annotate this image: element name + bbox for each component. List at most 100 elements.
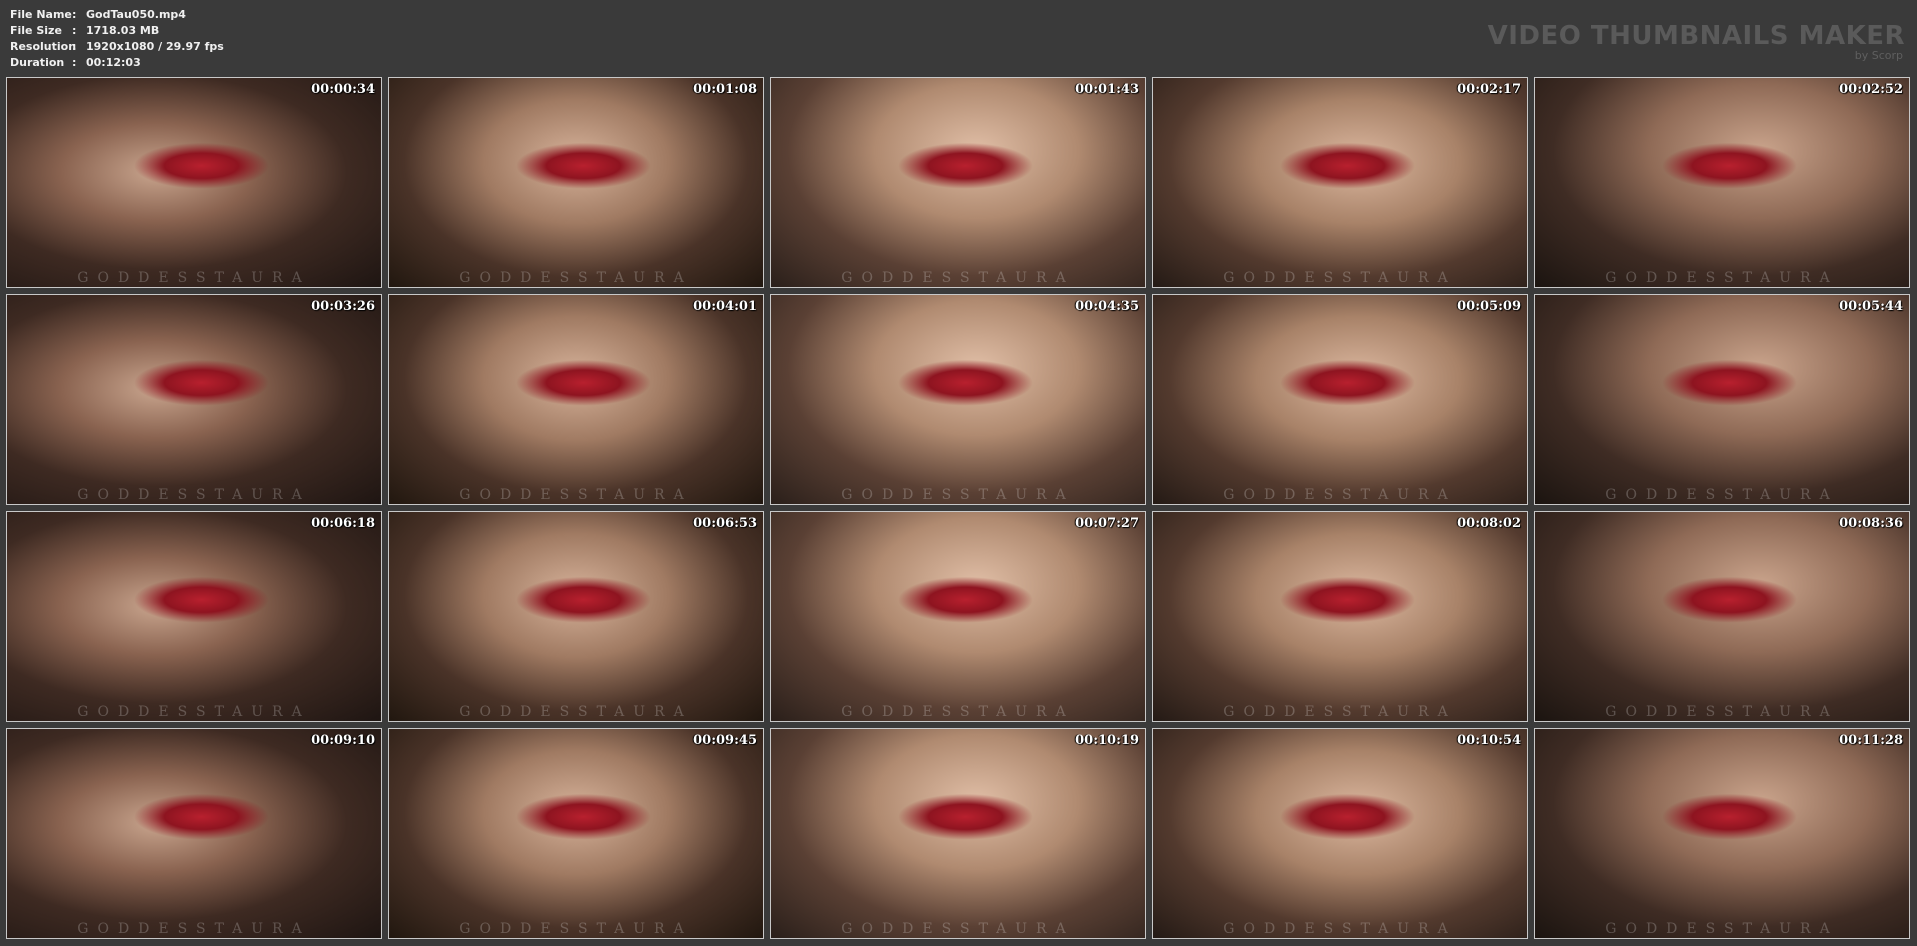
- thumbnail-timestamp: 00:03:26: [311, 299, 375, 314]
- resolution-row: Resolution : 1920x1080 / 29.97 fps: [10, 39, 224, 55]
- resolution-label: Resolution: [10, 40, 77, 53]
- file-name-label: File Name: [10, 8, 72, 21]
- thumbnail-frame-image: [7, 512, 381, 721]
- thumbnail-timestamp: 00:08:02: [1457, 516, 1521, 531]
- video-thumbnail[interactable]: 00:09:10 GODDESSTAURA: [6, 728, 382, 939]
- video-thumbnail[interactable]: 00:04:35 GODDESSTAURA: [770, 294, 1146, 505]
- video-thumbnail[interactable]: 00:11:28 GODDESSTAURA: [1534, 728, 1910, 939]
- thumbnail-frame-image: [7, 729, 381, 938]
- thumbnail-watermark: GODDESSTAURA: [1605, 487, 1839, 503]
- video-thumbnail[interactable]: 00:08:36 GODDESSTAURA: [1534, 511, 1910, 722]
- thumbnail-frame-image: [7, 78, 381, 287]
- thumbnail-frame-image: [1153, 729, 1527, 938]
- video-thumbnail[interactable]: 00:02:52 GODDESSTAURA: [1534, 77, 1910, 288]
- thumbnail-frame-image: [1535, 729, 1909, 938]
- thumbnail-timestamp: 00:06:18: [311, 516, 375, 531]
- file-name-value: GodTau050.mp4: [86, 8, 186, 21]
- thumbnail-watermark: GODDESSTAURA: [1223, 704, 1457, 720]
- thumbnail-frame-image: [771, 295, 1145, 504]
- thumbnail-watermark: GODDESSTAURA: [841, 921, 1075, 937]
- thumbnail-timestamp: 00:01:43: [1075, 82, 1139, 97]
- thumbnail-watermark: GODDESSTAURA: [1605, 921, 1839, 937]
- thumbnail-watermark: GODDESSTAURA: [459, 921, 693, 937]
- video-thumbnail[interactable]: 00:07:27 GODDESSTAURA: [770, 511, 1146, 722]
- brand-title: VIDEO THUMBNAILS MAKER: [1487, 21, 1905, 51]
- thumbnail-watermark: GODDESSTAURA: [459, 704, 693, 720]
- thumbnail-frame-image: [771, 729, 1145, 938]
- thumbnail-watermark: GODDESSTAURA: [841, 487, 1075, 503]
- resolution-sep: :: [72, 40, 77, 53]
- video-thumbnail[interactable]: 00:01:08 GODDESSTAURA: [388, 77, 764, 288]
- thumbnail-frame-image: [7, 295, 381, 504]
- thumbnail-timestamp: 00:09:10: [311, 733, 375, 748]
- file-size-row: File Size : 1718.03 MB: [10, 23, 224, 39]
- thumbnail-timestamp: 00:10:19: [1075, 733, 1139, 748]
- video-thumbnail[interactable]: 00:03:26 GODDESSTAURA: [6, 294, 382, 505]
- video-thumbnail[interactable]: 00:10:19 GODDESSTAURA: [770, 728, 1146, 939]
- thumbnail-frame-image: [389, 78, 763, 287]
- thumbnail-frame-image: [389, 295, 763, 504]
- thumbnail-frame-image: [771, 512, 1145, 721]
- thumbnail-watermark: GODDESSTAURA: [841, 270, 1075, 286]
- thumbnail-frame-image: [389, 512, 763, 721]
- thumbnail-grid: 00:00:34 GODDESSTAURA 00:01:08 GODDESSTAURA…: [6, 77, 1910, 939]
- thumbnail-timestamp: 00:06:53: [693, 516, 757, 531]
- thumbnail-timestamp: 00:10:54: [1457, 733, 1521, 748]
- video-thumbnail[interactable]: 00:10:54 GODDESSTAURA: [1152, 728, 1528, 939]
- video-thumbnail[interactable]: 00:06:18 GODDESSTAURA: [6, 511, 382, 722]
- thumbnail-timestamp: 00:09:45: [693, 733, 757, 748]
- duration-value: 00:12:03: [86, 56, 141, 69]
- video-thumbnail[interactable]: 00:05:09 GODDESSTAURA: [1152, 294, 1528, 505]
- thumbnail-timestamp: 00:02:17: [1457, 82, 1521, 97]
- file-size-value: 1718.03 MB: [86, 24, 160, 37]
- thumbnail-watermark: GODDESSTAURA: [1223, 270, 1457, 286]
- video-thumbnail[interactable]: 00:04:01 GODDESSTAURA: [388, 294, 764, 505]
- video-thumbnail[interactable]: 00:01:43 GODDESSTAURA: [770, 77, 1146, 288]
- thumbnail-watermark: GODDESSTAURA: [459, 487, 693, 503]
- thumbnail-watermark: GODDESSTAURA: [1223, 921, 1457, 937]
- video-thumbnail[interactable]: 00:00:34 GODDESSTAURA: [6, 77, 382, 288]
- thumbnail-watermark: GODDESSTAURA: [77, 487, 311, 503]
- thumbnail-watermark: GODDESSTAURA: [77, 921, 311, 937]
- duration-label: Duration: [10, 56, 65, 69]
- thumbnail-timestamp: 00:04:35: [1075, 299, 1139, 314]
- sheet-header: File Name : GodTau050.mp4 File Size : 17…: [0, 0, 1917, 76]
- thumbnail-timestamp: 00:00:34: [311, 82, 375, 97]
- duration-row: Duration : 00:12:03: [10, 55, 224, 71]
- thumbnail-frame-image: [1535, 78, 1909, 287]
- resolution-value: 1920x1080 / 29.97 fps: [86, 40, 224, 53]
- video-thumbnail[interactable]: 00:09:45 GODDESSTAURA: [388, 728, 764, 939]
- thumbnail-timestamp: 00:05:09: [1457, 299, 1521, 314]
- duration-sep: :: [72, 56, 77, 69]
- thumbnail-timestamp: 00:04:01: [693, 299, 757, 314]
- thumbnail-watermark: GODDESSTAURA: [1605, 270, 1839, 286]
- video-thumbnail[interactable]: 00:05:44 GODDESSTAURA: [1534, 294, 1910, 505]
- file-size-sep: :: [72, 24, 77, 37]
- file-name-sep: :: [72, 8, 77, 21]
- thumbnail-watermark: GODDESSTAURA: [841, 704, 1075, 720]
- video-thumbnail[interactable]: 00:08:02 GODDESSTAURA: [1152, 511, 1528, 722]
- video-thumbnail[interactable]: 00:06:53 GODDESSTAURA: [388, 511, 764, 722]
- thumbnail-watermark: GODDESSTAURA: [459, 270, 693, 286]
- thumbnail-watermark: GODDESSTAURA: [77, 270, 311, 286]
- thumbnail-timestamp: 00:07:27: [1075, 516, 1139, 531]
- thumbnail-timestamp: 00:01:08: [693, 82, 757, 97]
- thumbnail-timestamp: 00:11:28: [1839, 733, 1903, 748]
- thumbnail-frame-image: [1153, 295, 1527, 504]
- thumbnail-watermark: GODDESSTAURA: [1223, 487, 1457, 503]
- thumbnail-frame-image: [1535, 295, 1909, 504]
- thumbnail-watermark: GODDESSTAURA: [1605, 704, 1839, 720]
- thumbnail-frame-image: [771, 78, 1145, 287]
- file-name-row: File Name : GodTau050.mp4: [10, 7, 224, 23]
- thumbnail-frame-image: [1153, 512, 1527, 721]
- thumbnail-frame-image: [1153, 78, 1527, 287]
- thumbnail-timestamp: 00:05:44: [1839, 299, 1903, 314]
- thumbnail-watermark: GODDESSTAURA: [77, 704, 311, 720]
- thumbnail-timestamp: 00:02:52: [1839, 82, 1903, 97]
- file-size-label: File Size: [10, 24, 62, 37]
- brand-logo: VIDEO THUMBNAILS MAKER by Scorp: [1488, 22, 1905, 62]
- video-thumbnail[interactable]: 00:02:17 GODDESSTAURA: [1152, 77, 1528, 288]
- file-info: File Name : GodTau050.mp4 File Size : 17…: [10, 7, 224, 71]
- thumbnail-timestamp: 00:08:36: [1839, 516, 1903, 531]
- thumbnail-frame-image: [389, 729, 763, 938]
